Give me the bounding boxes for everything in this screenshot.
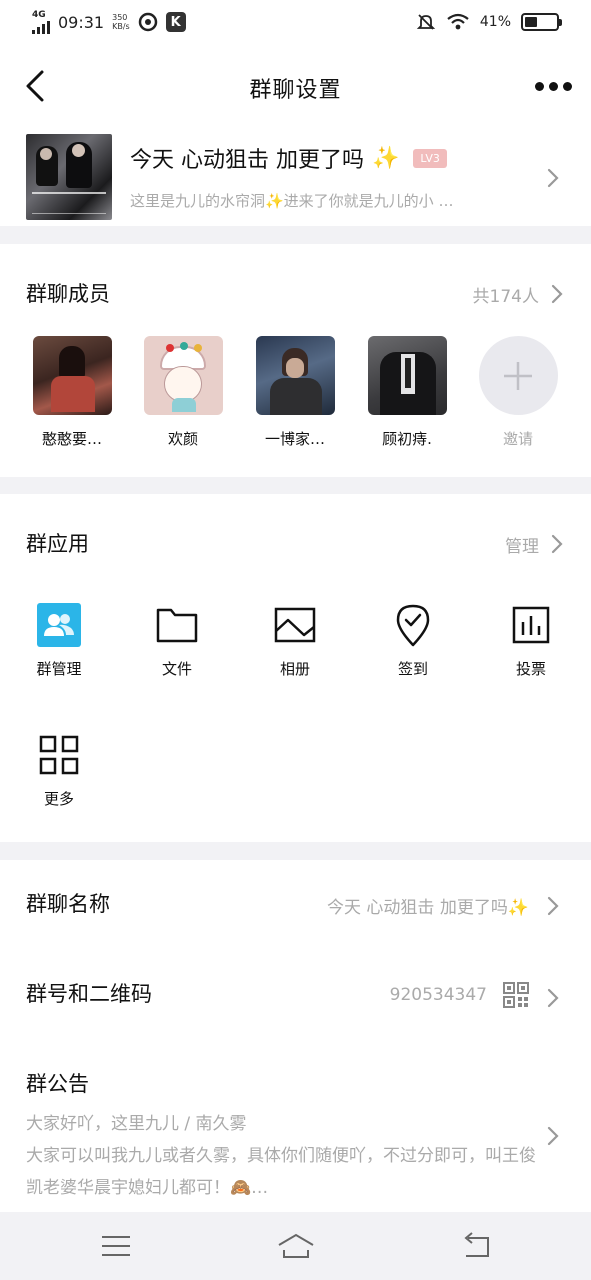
group-avatar	[26, 134, 112, 220]
wifi-icon	[447, 13, 469, 30]
home-button[interactable]	[276, 1230, 316, 1262]
grid-icon	[36, 732, 82, 778]
group-number-value: 920534347	[389, 985, 487, 1005]
group-number-label: 群号和二维码	[26, 982, 152, 1006]
member-item[interactable]: 憨憨要…	[13, 336, 131, 449]
app-album[interactable]: 相册	[236, 602, 354, 679]
menu-button[interactable]	[98, 1230, 134, 1262]
system-nav-bar	[0, 1212, 591, 1280]
page-title: 群聊设置	[249, 78, 342, 103]
apps-manage-link[interactable]: 管理	[505, 532, 539, 557]
group-name-value: 今天 心动狙击 加更了吗✨	[327, 898, 529, 918]
member-avatar	[32, 336, 112, 415]
netease-icon	[138, 12, 157, 32]
app-label: 文件	[161, 660, 192, 678]
group-name-label: 群聊名称	[26, 892, 110, 916]
plus-icon	[478, 336, 558, 415]
status-bar: 4G 09:31 350 KB/s K 41%	[0, 0, 591, 44]
app-more[interactable]: 更多	[0, 732, 118, 809]
return-icon	[464, 1232, 489, 1257]
member-avatar	[255, 336, 335, 415]
app-label: 投票	[515, 660, 546, 678]
network-speed: 350 KB/s	[112, 13, 130, 31]
members-section: 群聊成员 共174人 憨憨要… 欢颜 一博家… 顾初痔. 邀请	[0, 244, 591, 477]
vote-icon	[508, 602, 554, 648]
app-label: 相册	[279, 660, 310, 678]
group-manage-icon	[36, 602, 82, 648]
clock: 09:31	[58, 12, 105, 32]
more-dot-icon	[548, 81, 558, 91]
app-label: 群管理	[36, 660, 82, 678]
member-name: 憨憨要…	[41, 430, 102, 448]
member-avatar	[143, 336, 223, 415]
battery-percent: 41%	[479, 14, 511, 30]
level-badge: LV3	[413, 148, 447, 168]
member-item[interactable]: 欢颜	[124, 336, 242, 449]
checkin-icon	[390, 602, 436, 648]
invite-label: 邀请	[502, 430, 533, 448]
chevron-right-icon	[551, 534, 563, 554]
more-options-button[interactable]	[533, 78, 573, 94]
nav-bar: 群聊设置	[0, 44, 591, 128]
mute-bell-icon	[416, 14, 436, 30]
k-app-icon: K	[165, 12, 186, 32]
settings-section: 群聊名称 今天 心动狙击 加更了吗✨ 群号和二维码 920534347 群公告 …	[0, 860, 591, 1212]
chevron-right-icon	[547, 1126, 559, 1146]
more-dot-icon	[534, 81, 544, 91]
group-name-text: 今天 心动狙击 加更了吗	[130, 148, 364, 173]
menu-icon	[102, 1236, 130, 1256]
signal-icon	[32, 20, 50, 34]
group-notice-label: 群公告	[26, 1072, 89, 1096]
group-number-row[interactable]: 群号和二维码 920534347	[0, 950, 591, 1040]
group-apps-section: 群应用 管理 群管理 文件 相册 签到 投票 更多	[0, 494, 591, 842]
back-nav-button[interactable]	[458, 1230, 494, 1262]
invite-member-button[interactable]: 邀请	[459, 336, 577, 449]
more-dot-icon	[562, 81, 572, 91]
app-files[interactable]: 文件	[118, 602, 236, 679]
qr-code-icon	[503, 982, 529, 1008]
member-avatar	[367, 336, 447, 415]
member-item[interactable]: 顾初痔.	[348, 336, 466, 449]
group-profile-row[interactable]: 今天 心动狙击 加更了吗 ✨ LV3 这里是九儿的水帘洞✨进来了你就是九儿的小 …	[0, 128, 591, 226]
group-description: 这里是九儿的水帘洞✨进来了你就是九儿的小 …	[130, 192, 454, 210]
members-title: 群聊成员	[26, 282, 110, 306]
app-group-manage[interactable]: 群管理	[0, 602, 118, 679]
app-label: 签到	[397, 660, 428, 678]
member-name: 一博家…	[264, 430, 325, 448]
group-name: 今天 心动狙击 加更了吗 ✨ LV3	[130, 142, 447, 174]
group-notice-text: 大家好吖，这里九儿 / 南久雾 大家可以叫我九儿或者久雾，具体你们随便吖，不过分…	[26, 1114, 536, 1198]
chevron-right-icon	[547, 896, 559, 916]
app-vote[interactable]: 投票	[472, 602, 590, 679]
member-item[interactable]: 一博家…	[236, 336, 354, 449]
battery-icon	[521, 13, 562, 31]
apps-title: 群应用	[26, 532, 89, 556]
app-label: 更多	[43, 790, 74, 808]
sparkle-emoji: ✨	[372, 145, 400, 171]
chevron-right-icon	[547, 988, 559, 1008]
members-count[interactable]: 共174人	[473, 282, 539, 307]
group-name-row[interactable]: 群聊名称 今天 心动狙击 加更了吗✨	[0, 860, 591, 950]
member-name: 欢颜	[167, 430, 198, 448]
chevron-right-icon	[547, 168, 559, 188]
member-name: 顾初痔.	[382, 430, 432, 448]
home-icon	[278, 1233, 314, 1258]
network-type: 4G	[32, 9, 46, 20]
member-list: 憨憨要… 欢颜 一博家… 顾初痔. 邀请	[0, 336, 591, 466]
album-icon	[272, 602, 318, 648]
app-checkin[interactable]: 签到	[354, 602, 472, 679]
chevron-right-icon	[551, 284, 563, 304]
folder-icon	[154, 602, 200, 648]
